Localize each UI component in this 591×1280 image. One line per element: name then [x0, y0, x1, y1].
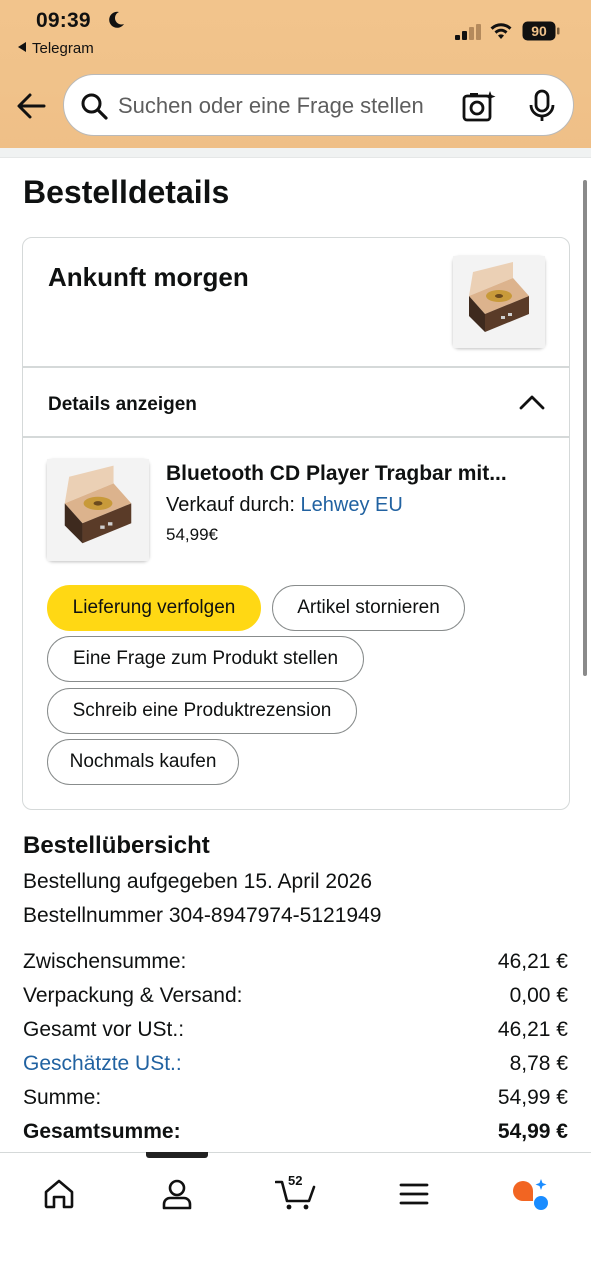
account-icon[interactable] — [160, 1177, 194, 1211]
scrollbar[interactable] — [583, 180, 587, 676]
app-header: 09:39 Telegram 90 — [0, 0, 591, 148]
tab-indicator — [146, 1152, 208, 1158]
arrival-status: Ankunft morgen — [48, 262, 249, 292]
summary-label: Summe: — [23, 1086, 102, 1109]
menu-icon[interactable] — [397, 1177, 431, 1211]
order-placed-date: Bestellung aufgegeben 15. April 2026 — [23, 870, 373, 893]
buy-again-button[interactable]: Nochmals kaufen — [47, 739, 239, 785]
rufus-ai-icon[interactable] — [510, 1177, 550, 1211]
summary-row-total: Gesamtsumme: 54,99 € — [23, 1120, 568, 1150]
track-delivery-button[interactable]: Lieferung verfolgen — [47, 585, 261, 631]
summary-value: 46,21 € — [497, 950, 568, 973]
card-divider — [23, 436, 569, 438]
details-toggle-label: Details anzeigen — [48, 394, 197, 415]
back-app-label: Telegram — [32, 40, 94, 57]
battery-icon: 90 — [522, 21, 560, 41]
bottom-nav: 52 — [0, 1152, 591, 1280]
write-review-button[interactable]: Schreib eine Produktrezension — [47, 688, 357, 734]
shipment-product-thumbnail[interactable] — [453, 256, 545, 348]
seller-link[interactable]: Lehwey EU — [301, 494, 403, 516]
header-divider — [0, 148, 591, 158]
home-icon[interactable] — [42, 1177, 76, 1211]
order-number: Bestellnummer 304-8947974-5121949 — [23, 904, 382, 927]
product-title[interactable]: Bluetooth CD Player Tragbar mit... — [166, 462, 507, 486]
summary-row-subtotal: Zwischensumme: 46,21 € — [23, 950, 568, 980]
summary-label: Verpackung & Versand: — [23, 984, 243, 1007]
summary-row-shipping: Verpackung & Versand: 0,00 € — [23, 984, 568, 1014]
cd-player-image — [453, 256, 545, 348]
moon-icon — [109, 11, 124, 28]
wifi-icon — [490, 23, 512, 39]
summary-value: 54,99 € — [497, 1120, 568, 1143]
product-seller: Verkauf durch: Lehwey EU — [166, 494, 403, 517]
search-icon — [81, 93, 108, 120]
estimated-tax-link[interactable]: Geschätzte USt.: — [23, 1052, 182, 1076]
battery-level: 90 — [531, 23, 547, 39]
camera-search-icon[interactable] — [462, 90, 496, 122]
ask-question-button[interactable]: Eine Frage zum Produkt stellen — [47, 636, 364, 682]
seller-prefix: Verkauf durch: — [166, 494, 301, 516]
summary-row-pretax: Gesamt vor USt.: 46,21 € — [23, 1018, 568, 1048]
search-input[interactable] — [118, 87, 448, 125]
shipment-card: Ankunft morgen Details anzeigen Bluetoot… — [22, 237, 570, 810]
search-bar[interactable] — [63, 74, 574, 136]
cancel-item-button[interactable]: Artikel stornieren — [272, 585, 465, 631]
product-price: 54,99€ — [166, 525, 218, 544]
signal-icon — [455, 24, 481, 40]
details-toggle[interactable]: Details anzeigen — [23, 368, 569, 436]
status-time: 09:39 — [36, 9, 91, 32]
back-triangle-icon — [18, 42, 26, 52]
summary-label: Gesamt vor USt.: — [23, 1018, 185, 1041]
summary-value: 46,21 € — [497, 1018, 568, 1041]
cart-count-badge: 52 — [288, 1173, 303, 1188]
summary-row-tax: Geschätzte USt.: 8,78 € — [23, 1052, 568, 1082]
back-arrow-icon[interactable] — [14, 88, 50, 124]
summary-value: 8,78 € — [509, 1052, 568, 1075]
summary-label: Gesamtsumme: — [23, 1120, 181, 1143]
chevron-up-icon — [519, 395, 545, 410]
summary-value: 54,99 € — [497, 1086, 568, 1109]
product-thumbnail[interactable] — [47, 459, 149, 561]
summary-label: Zwischensumme: — [23, 950, 187, 973]
summary-value: 0,00 € — [509, 984, 568, 1007]
microphone-icon[interactable] — [528, 89, 556, 123]
summary-row-sum: Summe: 54,99 € — [23, 1086, 568, 1116]
cd-player-image — [47, 459, 149, 561]
page-title: Bestelldetails — [23, 174, 230, 210]
back-to-app-link[interactable]: Telegram — [18, 40, 94, 57]
order-summary-title: Bestellübersicht — [23, 832, 210, 859]
